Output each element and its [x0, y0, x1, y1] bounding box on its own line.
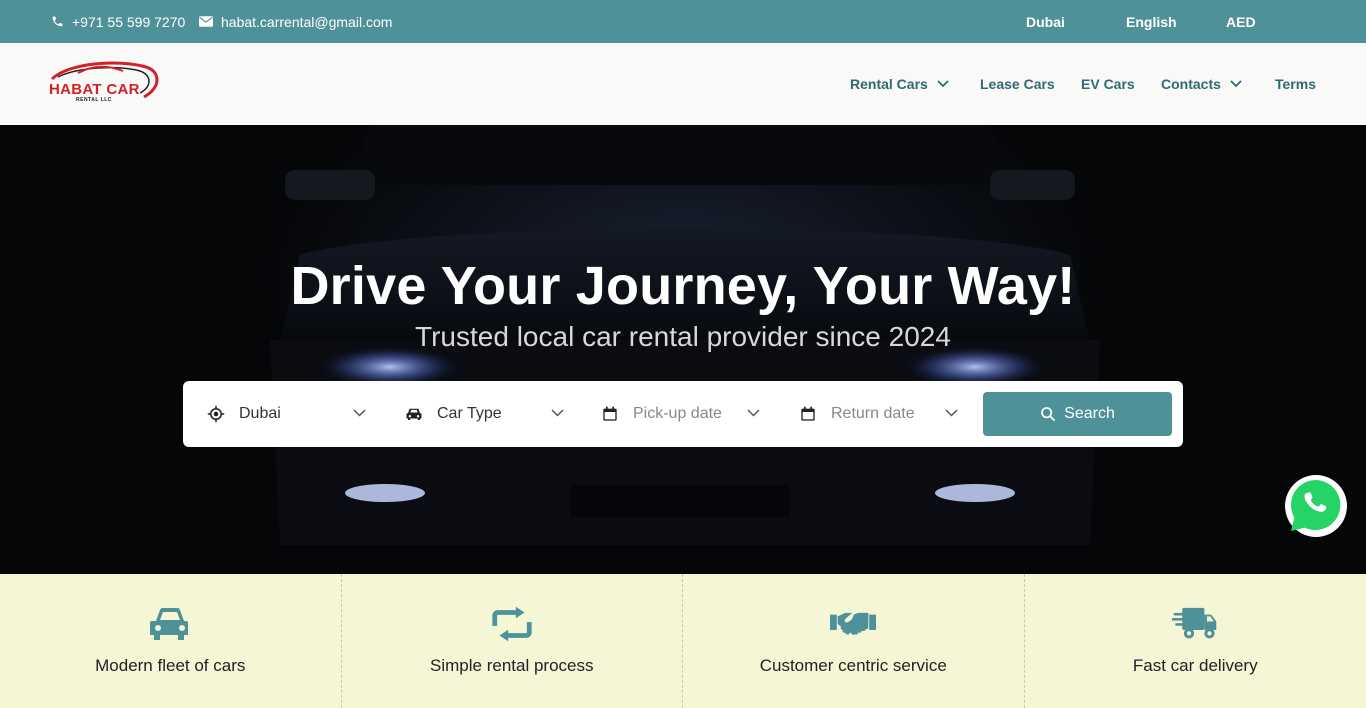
- hero-title: Drive Your Journey, Your Way!: [290, 256, 1076, 316]
- repeat-icon: [489, 604, 535, 644]
- phone-icon: [50, 15, 64, 29]
- nav-terms[interactable]: Terms: [1275, 43, 1316, 125]
- phone-contact[interactable]: +971 55 599 7270: [50, 0, 185, 43]
- search-icon: [1041, 407, 1056, 422]
- nav-lease-cars[interactable]: Lease Cars: [980, 43, 1055, 125]
- phone-number: +971 55 599 7270: [72, 13, 186, 30]
- calendar-icon: [799, 405, 817, 423]
- chevron-down-icon: [1230, 80, 1242, 88]
- city-select[interactable]: Dubai: [207, 381, 367, 447]
- nav-rental-cars[interactable]: Rental Cars: [850, 43, 949, 125]
- feature-label: Fast car delivery: [1132, 656, 1258, 675]
- city-selector[interactable]: Dubai: [1026, 0, 1065, 43]
- top-bar: +971 55 599 7270 habat.carrental@gmail.c…: [0, 0, 1366, 43]
- nav-rental-cars-label: Rental Cars: [850, 76, 928, 92]
- car-type-placeholder: Car Type: [437, 405, 502, 422]
- site-logo[interactable]: HABAT CAR RENTAL LLC: [48, 57, 160, 109]
- logo-text: HABAT CAR: [49, 81, 140, 98]
- logo-subtext: RENTAL LLC: [76, 97, 112, 103]
- email-address: habat.carrental@gmail.com: [221, 13, 393, 30]
- delivery-truck-icon: [1172, 604, 1218, 644]
- city-value: Dubai: [239, 405, 281, 422]
- main-header: HABAT CAR RENTAL LLC Rental Cars Lease C…: [0, 43, 1366, 125]
- currency-selector[interactable]: AED: [1226, 0, 1256, 43]
- car-icon: [147, 604, 193, 644]
- feature-label: Simple rental process: [430, 656, 594, 675]
- return-date-field[interactable]: Return date: [799, 381, 959, 447]
- hero-section: Drive Your Journey, Your Way! Trusted lo…: [0, 125, 1366, 574]
- envelope-icon: [199, 15, 213, 29]
- chevron-down-icon: [353, 409, 366, 417]
- whatsapp-icon: [1285, 475, 1347, 537]
- pickup-date-placeholder: Pick-up date: [633, 405, 722, 422]
- feature-simple-process: Simple rental process: [342, 574, 683, 708]
- chevron-down-icon: [551, 409, 564, 417]
- feature-customer-service: Customer centric service: [683, 574, 1025, 708]
- calendar-icon: [601, 405, 619, 423]
- feature-fast-delivery: Fast car delivery: [1025, 574, 1366, 708]
- chevron-down-icon: [937, 80, 949, 88]
- features-strip: Modern fleet of cars Simple rental proce…: [0, 574, 1366, 708]
- nav-contacts[interactable]: Contacts: [1161, 43, 1242, 125]
- hero-subtitle: Trusted local car rental provider since …: [415, 321, 951, 352]
- search-button[interactable]: Search: [983, 392, 1172, 436]
- search-form: Dubai Car Type Pick-up date Return date: [183, 381, 1183, 447]
- whatsapp-button[interactable]: [1283, 473, 1349, 539]
- chevron-down-icon: [945, 409, 958, 417]
- car-icon: [405, 405, 423, 423]
- search-button-label: Search: [1064, 405, 1115, 422]
- language-selector[interactable]: English: [1126, 0, 1177, 43]
- feature-label: Modern fleet of cars: [95, 656, 246, 675]
- chevron-down-icon: [747, 409, 760, 417]
- car-type-select[interactable]: Car Type: [405, 381, 565, 447]
- pickup-date-field[interactable]: Pick-up date: [601, 381, 761, 447]
- location-target-icon: [207, 405, 225, 423]
- feature-label: Customer centric service: [759, 656, 947, 675]
- return-date-placeholder: Return date: [831, 405, 915, 422]
- nav-contacts-label: Contacts: [1161, 76, 1221, 92]
- nav-ev-cars[interactable]: EV Cars: [1081, 43, 1135, 125]
- email-contact[interactable]: habat.carrental@gmail.com: [199, 0, 392, 43]
- feature-modern-fleet: Modern fleet of cars: [0, 574, 342, 708]
- handshake-icon: [830, 604, 877, 644]
